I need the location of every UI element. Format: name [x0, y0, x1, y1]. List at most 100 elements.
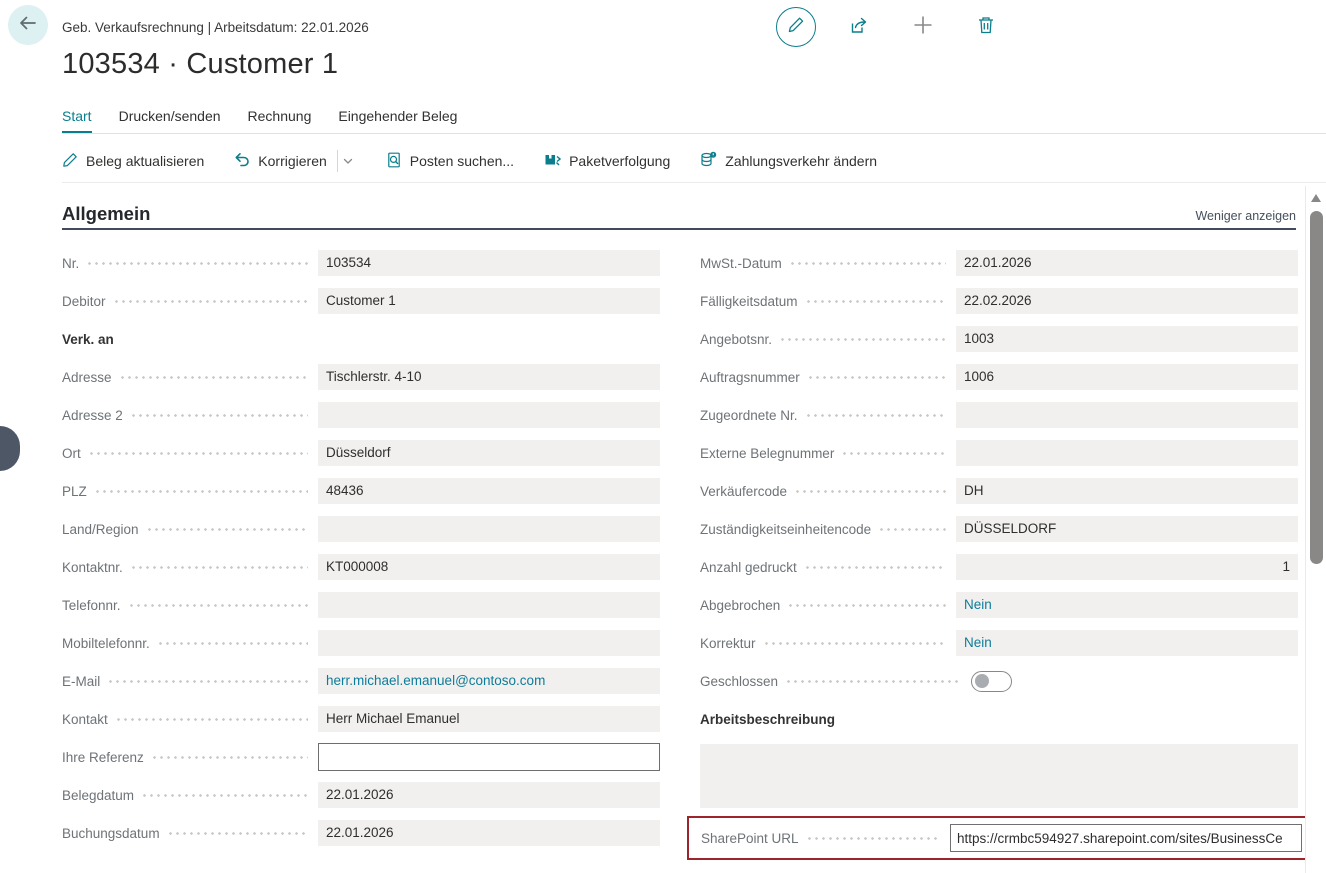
- action-label: Beleg aktualisieren: [86, 153, 204, 169]
- field-value-adresse[interactable]: Tischlerstr. 4-10: [318, 364, 660, 390]
- field-value-verkaeufercode[interactable]: DH: [956, 478, 1298, 504]
- field-label: Mobiltelefonnr.: [62, 636, 150, 651]
- zahlungsverkehr-aendern-button[interactable]: Zahlungsverkehr ändern: [700, 151, 877, 171]
- dotted-leader: [130, 402, 308, 428]
- arbeitsbeschreibung-textarea[interactable]: [700, 744, 1298, 808]
- field-value-buchungsdatum[interactable]: 22.01.2026: [318, 820, 660, 846]
- payment-icon: [700, 151, 717, 171]
- field-label: Belegdatum: [62, 788, 134, 803]
- paketverfolgung-button[interactable]: Paketverfolgung: [544, 151, 670, 171]
- field-value-adresse-2[interactable]: [318, 402, 660, 428]
- korrigieren-dropdown-button[interactable]: [340, 153, 356, 169]
- action-label: Posten suchen...: [410, 153, 514, 169]
- field-label: Abgebrochen: [700, 598, 780, 613]
- field-label: Nr.: [62, 256, 79, 271]
- field-value-externe-belegnummer[interactable]: [956, 440, 1298, 466]
- field-row-adresse-2: Adresse 2: [62, 402, 660, 428]
- dotted-leader: [787, 592, 946, 618]
- edit-button[interactable]: [776, 7, 816, 47]
- dotted-leader: [789, 250, 946, 276]
- field-row-plz: PLZ 48436: [62, 478, 660, 504]
- field-value-nr[interactable]: 103534: [318, 250, 660, 276]
- dotted-leader: [119, 364, 308, 390]
- show-less-link[interactable]: Weniger anzeigen: [1195, 209, 1296, 223]
- dotted-leader: [841, 440, 946, 466]
- field-value-zustaendigkeitseinheitencode[interactable]: DÜSSELDORF: [956, 516, 1298, 542]
- field-row-telefonnr: Telefonnr.: [62, 592, 660, 618]
- section-title-allgemein: Allgemein: [62, 203, 150, 225]
- share-icon: [849, 14, 871, 41]
- dotted-leader: [88, 440, 308, 466]
- dotted-leader: [763, 630, 946, 656]
- scroll-up-arrow-icon[interactable]: [1311, 194, 1321, 202]
- field-row-abgebrochen: Abgebrochen Nein: [700, 592, 1298, 618]
- field-value-abgebrochen-link[interactable]: Nein: [956, 592, 1298, 618]
- left-pane-expand-handle[interactable]: [0, 426, 20, 471]
- field-value-plz[interactable]: 48436: [318, 478, 660, 504]
- scrollbar-thumb[interactable]: [1310, 211, 1323, 564]
- field-label: Buchungsdatum: [62, 826, 160, 841]
- tab-start[interactable]: Start: [62, 108, 92, 133]
- field-value-auftragsnummer[interactable]: 1006: [956, 364, 1298, 390]
- field-value-anzahl-gedruckt[interactable]: 1: [956, 554, 1298, 580]
- field-value-kontaktnr[interactable]: KT000008: [318, 554, 660, 580]
- beleg-aktualisieren-button[interactable]: Beleg aktualisieren: [62, 152, 204, 171]
- korrigieren-button[interactable]: Korrigieren: [234, 150, 355, 172]
- sharepoint-url-input[interactable]: [950, 824, 1302, 852]
- dotted-leader: [113, 288, 308, 314]
- field-value-angebotsnr[interactable]: 1003: [956, 326, 1298, 352]
- tab-rechnung[interactable]: Rechnung: [248, 108, 312, 133]
- action-label: Zahlungsverkehr ändern: [725, 153, 877, 169]
- field-value-telefonnr[interactable]: [318, 592, 660, 618]
- field-row-mobiltelefonnr: Mobiltelefonnr.: [62, 630, 660, 656]
- share-button[interactable]: [849, 14, 871, 41]
- pencil-icon: [62, 152, 78, 171]
- group-header-arbeitsbeschreibung: Arbeitsbeschreibung: [700, 706, 1298, 732]
- field-label: Land/Region: [62, 522, 139, 537]
- field-row-geschlossen: Geschlossen: [700, 668, 1298, 694]
- field-value-debitor[interactable]: Customer 1: [318, 288, 660, 314]
- field-label: Kontakt: [62, 712, 108, 727]
- field-row-adresse: Adresse Tischlerstr. 4-10: [62, 364, 660, 390]
- dotted-leader: [805, 402, 946, 428]
- fields-right-column: MwSt.-Datum 22.01.2026 Fälligkeitsdatum …: [700, 250, 1298, 860]
- posten-suchen-button[interactable]: Posten suchen...: [386, 152, 514, 171]
- dotted-leader: [806, 824, 940, 852]
- field-value-mwst-datum[interactable]: 22.01.2026: [956, 250, 1298, 276]
- vertical-scrollbar[interactable]: [1305, 186, 1326, 873]
- field-value-land-region[interactable]: [318, 516, 660, 542]
- delete-button[interactable]: [976, 15, 996, 40]
- field-value-email-link[interactable]: herr.michael.emanuel@contoso.com: [318, 668, 660, 694]
- dotted-leader: [157, 630, 308, 656]
- field-value-mobiltelefonnr[interactable]: [318, 630, 660, 656]
- field-row-angebotsnr: Angebotsnr. 1003: [700, 326, 1298, 352]
- field-value-zugeordnete-nr[interactable]: [956, 402, 1298, 428]
- pencil-icon: [787, 16, 805, 39]
- dotted-leader: [130, 554, 308, 580]
- field-label: Kontaktnr.: [62, 560, 123, 575]
- new-button[interactable]: [912, 14, 934, 41]
- dotted-leader: [151, 744, 308, 770]
- field-value-kontakt[interactable]: Herr Michael Emanuel: [318, 706, 660, 732]
- field-value-ort[interactable]: Düsseldorf: [318, 440, 660, 466]
- dotted-leader: [167, 820, 308, 846]
- ihre-referenz-input[interactable]: [318, 743, 660, 771]
- field-row-faelligkeitsdatum: Fälligkeitsdatum 22.02.2026: [700, 288, 1298, 314]
- sharepoint-url-row-highlighted: SharePoint URL: [687, 816, 1314, 860]
- field-label: Ihre Referenz: [62, 750, 144, 765]
- field-value-faelligkeitsdatum[interactable]: 22.02.2026: [956, 288, 1298, 314]
- dotted-leader: [146, 516, 308, 542]
- field-row-kontaktnr: Kontaktnr. KT000008: [62, 554, 660, 580]
- geschlossen-toggle[interactable]: [971, 671, 1012, 692]
- section-rule: [62, 228, 1296, 230]
- tab-eingehender-beleg[interactable]: Eingehender Beleg: [338, 108, 457, 133]
- back-button[interactable]: [8, 5, 48, 45]
- field-value-korrektur-link[interactable]: Nein: [956, 630, 1298, 656]
- tab-drucken-senden[interactable]: Drucken/senden: [119, 108, 221, 133]
- group-header-verk-an: Verk. an: [62, 326, 660, 352]
- field-value-belegdatum[interactable]: 22.01.2026: [318, 782, 660, 808]
- posted-sales-invoice-page: Geb. Verkaufsrechnung | Arbeitsdatum: 22…: [0, 0, 1326, 873]
- page-title: 103534 · Customer 1: [62, 48, 338, 81]
- chevron-down-icon: [342, 155, 354, 167]
- field-label: Geschlossen: [700, 674, 778, 689]
